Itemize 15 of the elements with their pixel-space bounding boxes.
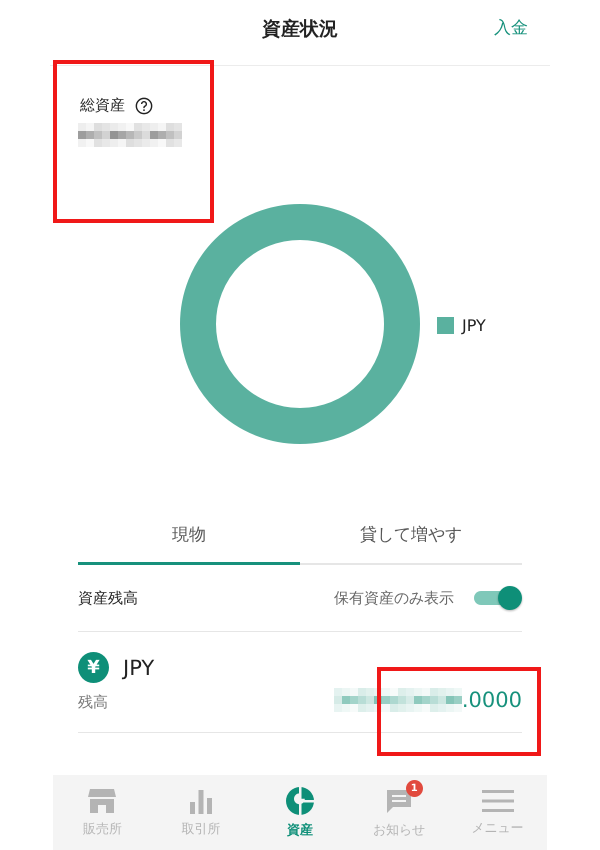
- page-title: 資産状況: [262, 17, 338, 42]
- yen-icon: ¥: [78, 652, 109, 683]
- filter-label: 保有資産のみ表示: [334, 588, 454, 608]
- legend-label: JPY: [462, 316, 486, 335]
- currency-name: JPY: [123, 656, 154, 680]
- notification-badge: 1: [406, 780, 423, 796]
- balance-value: .0000: [462, 688, 522, 712]
- nav-item[interactable]: 1 お知らせ: [349, 775, 448, 850]
- tab[interactable]: 現物: [78, 507, 300, 565]
- tab[interactable]: 貸して増やす: [300, 507, 522, 565]
- deposit-link[interactable]: 入金: [494, 16, 528, 39]
- section-label: 資産残高: [78, 588, 139, 608]
- nav-item[interactable]: 資産: [250, 775, 350, 850]
- total-assets-label: 総資産: [80, 96, 125, 115]
- balance-label: 残高: [78, 693, 109, 712]
